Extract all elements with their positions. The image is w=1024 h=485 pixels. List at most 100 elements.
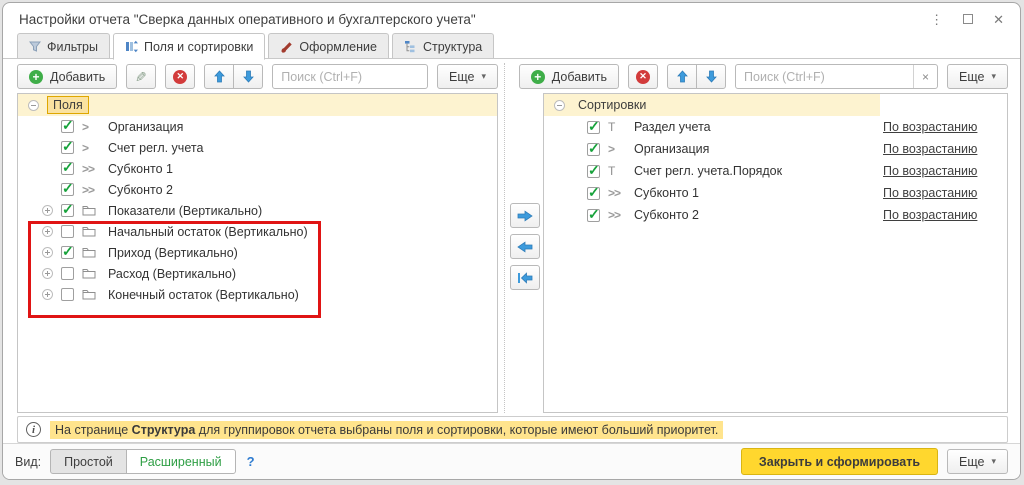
- row-checkbox[interactable]: [61, 204, 74, 217]
- chevron-down-icon: ▾: [991, 71, 996, 82]
- fields-search-input[interactable]: [273, 65, 428, 88]
- row-checkbox[interactable]: [61, 267, 74, 280]
- move-up-button[interactable]: [204, 64, 234, 89]
- row-checkbox[interactable]: [61, 288, 74, 301]
- row-checkbox[interactable]: [587, 165, 600, 178]
- sort-direction-link[interactable]: По возрастанию: [883, 164, 977, 178]
- expand-toggle-icon[interactable]: [42, 268, 53, 279]
- row-label: Организация: [634, 142, 709, 156]
- delete-field-button[interactable]: ✕: [165, 64, 195, 89]
- fields-root-row[interactable]: Поля: [18, 94, 497, 116]
- tab-design[interactable]: Оформление: [268, 33, 389, 59]
- row-checkbox[interactable]: [61, 162, 74, 175]
- row-label: Расход (Вертикально): [108, 267, 236, 281]
- field-icon: >: [82, 141, 88, 155]
- sort-direction-link[interactable]: По возрастанию: [883, 208, 977, 222]
- view-simple-button[interactable]: Простой: [50, 449, 127, 474]
- expand-toggle-icon[interactable]: [42, 289, 53, 300]
- sort-direction-link[interactable]: По возрастанию: [883, 186, 977, 200]
- collapse-toggle-icon[interactable]: [554, 100, 565, 111]
- expand-toggle-icon[interactable]: [42, 205, 53, 216]
- field-icon: >>: [608, 186, 620, 200]
- sort-direction-link[interactable]: По возрастанию: [883, 142, 977, 156]
- row-checkbox[interactable]: [61, 141, 74, 154]
- expand-toggle-icon[interactable]: [42, 247, 53, 258]
- add-icon: +: [29, 70, 43, 84]
- panels: Поля > Организация > Счет регл. учета: [17, 93, 1008, 413]
- add-field-button[interactable]: + Добавить: [17, 64, 117, 89]
- row-checkbox[interactable]: [587, 209, 600, 222]
- sort-row-organizaciya[interactable]: > Организация По возрастанию: [544, 138, 1007, 160]
- toolbars: + Добавить ✎ ✕: [17, 64, 1008, 89]
- row-checkbox[interactable]: [61, 225, 74, 238]
- close-icon[interactable]: ✕: [993, 13, 1004, 26]
- move-up-button[interactable]: [667, 64, 697, 89]
- tree-row-organizaciya[interactable]: > Организация: [18, 116, 497, 137]
- more-menu-icon[interactable]: ⋮: [930, 13, 943, 26]
- maximize-icon[interactable]: [963, 14, 973, 24]
- move-right-button[interactable]: [510, 203, 540, 228]
- move-down-button[interactable]: [696, 64, 726, 89]
- field-icon: >: [608, 142, 614, 156]
- row-checkbox[interactable]: [587, 121, 600, 134]
- sortings-panel: Сортировки Т Раздел учета По возрастанию…: [543, 93, 1008, 413]
- content-area: + Добавить ✎ ✕: [3, 59, 1020, 443]
- tree-row-rashod[interactable]: Расход (Вертикально): [18, 263, 497, 284]
- filter-icon: [29, 41, 41, 53]
- pencil-icon: ✎: [135, 70, 147, 84]
- sort-direction-link[interactable]: По возрастанию: [883, 120, 977, 134]
- sortings-root-row[interactable]: Сортировки: [544, 94, 1007, 116]
- tree-row-schet-regl-ucheta[interactable]: > Счет регл. учета: [18, 137, 497, 158]
- row-checkbox[interactable]: [61, 246, 74, 259]
- tree-row-konechnyj-ostatok[interactable]: Конечный остаток (Вертикально): [18, 284, 497, 305]
- sort-row-subkonto-1[interactable]: >> Субконто 1 По возрастанию: [544, 182, 1007, 204]
- close-and-generate-button[interactable]: Закрыть и сформировать: [741, 448, 938, 475]
- search-clear-icon[interactable]: ×: [913, 65, 937, 88]
- sort-row-subkonto-2[interactable]: >> Субконто 2 По возрастанию: [544, 204, 1007, 226]
- chevron-down-icon: ▾: [481, 71, 486, 82]
- move-down-button[interactable]: [233, 64, 263, 89]
- window-controls: ⋮ ✕: [930, 13, 1004, 26]
- row-label: Субконто 2: [108, 183, 173, 197]
- sortings-search-input[interactable]: [736, 65, 913, 88]
- tab-label: Поля и сортировки: [144, 40, 253, 54]
- tree-row-subkonto-2[interactable]: >> Субконто 2: [18, 179, 497, 200]
- tab-label: Оформление: [299, 40, 377, 54]
- collapse-toggle-icon[interactable]: [28, 100, 39, 111]
- sort-row-schet-poryadok[interactable]: Т Счет регл. учета.Порядок По возрастани…: [544, 160, 1007, 182]
- row-checkbox[interactable]: [61, 120, 74, 133]
- sortings-more-button[interactable]: Еще ▾: [947, 64, 1008, 89]
- help-link[interactable]: ?: [247, 454, 255, 469]
- tree-row-subkonto-1[interactable]: >> Субконто 1: [18, 158, 497, 179]
- tab-structure[interactable]: Структура: [392, 33, 494, 59]
- tab-fields-and-sortings[interactable]: Поля и сортировки: [113, 33, 265, 60]
- expand-toggle-icon[interactable]: [42, 226, 53, 237]
- edit-field-button[interactable]: ✎: [126, 64, 156, 89]
- tab-filters[interactable]: Фильтры: [17, 33, 110, 59]
- view-advanced-button[interactable]: Расширенный: [126, 449, 236, 474]
- row-label: Счет регл. учета: [108, 141, 203, 155]
- fields-more-button[interactable]: Еще ▾: [437, 64, 498, 89]
- footer-more-button[interactable]: Еще ▾: [947, 449, 1008, 474]
- row-checkbox[interactable]: [587, 187, 600, 200]
- row-checkbox[interactable]: [61, 183, 74, 196]
- delete-icon: ✕: [173, 70, 187, 84]
- chevron-down-icon: ▾: [991, 456, 996, 467]
- sort-row-razdel-ucheta[interactable]: Т Раздел учета По возрастанию: [544, 116, 1007, 138]
- tree-row-nachalnyj-ostatok[interactable]: Начальный остаток (Вертикально): [18, 221, 497, 242]
- row-label: Организация: [108, 120, 183, 134]
- move-left-all-button[interactable]: [510, 265, 540, 290]
- move-left-button[interactable]: [510, 234, 540, 259]
- structure-tree-icon: [404, 40, 417, 53]
- delete-sorting-button[interactable]: ✕: [628, 64, 658, 89]
- tree-row-pokazateli[interactable]: Показатели (Вертикально): [18, 200, 497, 221]
- transfer-buttons: [498, 93, 543, 413]
- tree-row-prihod[interactable]: Приход (Вертикально): [18, 242, 497, 263]
- row-checkbox[interactable]: [587, 143, 600, 156]
- folder-icon: [82, 289, 96, 300]
- arrow-down-icon: [243, 70, 254, 83]
- add-sorting-button[interactable]: + Добавить: [519, 64, 619, 89]
- fields-search: ×: [272, 64, 428, 89]
- field-icon: >: [82, 120, 88, 134]
- info-icon: i: [26, 422, 41, 437]
